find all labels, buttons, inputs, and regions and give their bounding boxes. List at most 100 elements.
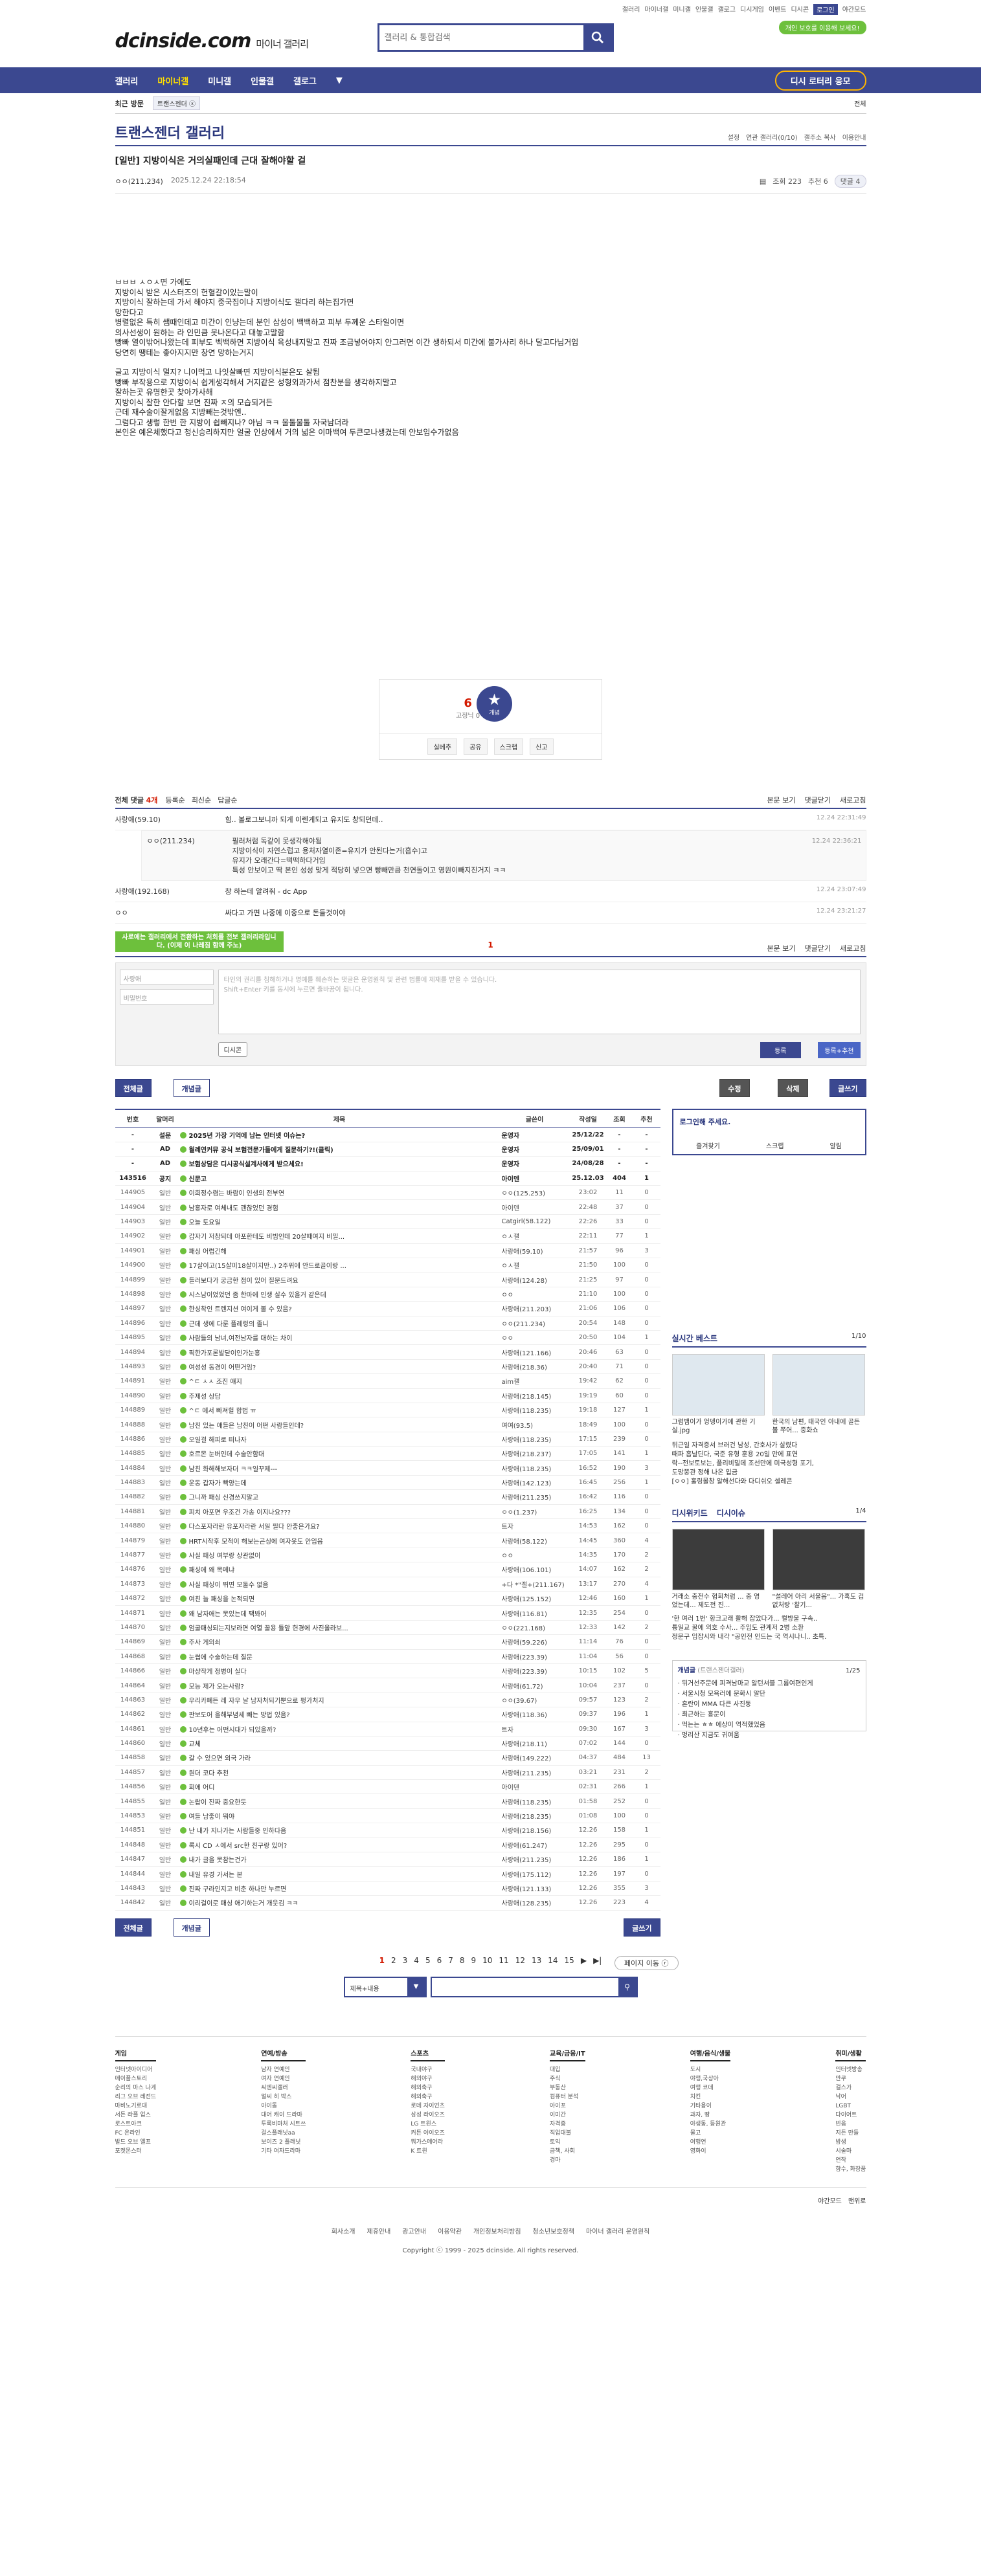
post-title-link[interactable]: 교체: [179, 1736, 499, 1751]
comment-action[interactable]: 새로고침: [840, 943, 866, 953]
post-title-link[interactable]: 여성성 동경이 어떤거임?: [179, 1359, 499, 1375]
table-row[interactable]: 144890 일반 주제성 상담 사랑애(218.145) 19:19 60 0: [115, 1388, 660, 1403]
table-row[interactable]: 144901 일반 패싱 어렵긴해 사랑애(59.10) 21:57 96 3: [115, 1243, 660, 1259]
bottom-search-input[interactable]: ⚲: [430, 1976, 638, 1997]
table-row[interactable]: 144889 일반 ^ㄷ 에서 빠져헐 합법 ㅠ 사랑애(118.235) 19:18 1…: [115, 1403, 660, 1418]
issue-desc-item[interactable]: 정문구 임잡시와 내각 "공인전 인드는 국 역시나니.. 초특.: [672, 1633, 866, 1642]
table-cell[interactable]: 사랑애(218.237): [499, 1446, 570, 1461]
footer-column-title[interactable]: 스포츠: [411, 2050, 445, 2061]
post-title-link[interactable]: 패싱에 왜 목메냐: [179, 1562, 499, 1577]
table-row[interactable]: 144903 일반 오늘 토요일 Catgirl(58.122) 22:26 33 0: [115, 1214, 660, 1230]
footer-column-item[interactable]: 다이어트: [835, 2111, 866, 2120]
privacy-promo-button[interactable]: 개인 보호를 이용해 보세요!: [778, 21, 866, 34]
recent-visit-chip[interactable]: 트랜스젠더 ⓧ: [152, 96, 200, 110]
table-row[interactable]: 144905 일반 이희정수렴는 바람이 인생의 전부연 ㅇㅇ(125.253) 23:…: [115, 1185, 660, 1201]
footer-column-item[interactable]: 보이즈 2 플래닛: [261, 2138, 306, 2147]
concept-posts-button[interactable]: 개념글: [173, 1079, 210, 1097]
login-link[interactable]: 스크랩: [766, 1140, 784, 1150]
comment-author[interactable]: 사랑애(192.168): [115, 886, 225, 896]
dccon-button[interactable]: 디시콘: [218, 1042, 248, 1057]
footer-column-item[interactable]: 자격증: [550, 2120, 585, 2129]
footer-column-item[interactable]: 마비노기로대: [115, 2102, 157, 2111]
edit-button[interactable]: 수정: [719, 1079, 750, 1097]
post-title-link[interactable]: 회에 어디: [179, 1779, 499, 1795]
table-row[interactable]: - AD 보험상담은 디시공식설계사에게 받으세요! 운영자 24/08/28- -: [115, 1156, 660, 1171]
post-title-link[interactable]: 들러보다가 궁금한 점이 있어 질문드려요: [179, 1272, 499, 1287]
footer-column-item[interactable]: 직업대불: [550, 2129, 585, 2138]
table-row[interactable]: 144866 일반 마샹작게 정병이 실다 사랑애(223.39) 10:15 102 5: [115, 1663, 660, 1679]
table-cell[interactable]: 사랑애(211.235): [499, 1852, 570, 1867]
footer-column-item[interactable]: 이미간: [550, 2111, 585, 2120]
table-row[interactable]: 144858 일반 갈 수 있으면 외국 가라 사랑애(149.222) 04:37 48…: [115, 1750, 660, 1766]
table-cell[interactable]: 사랑애(61.72): [499, 1678, 570, 1693]
concept-button[interactable]: ★ 개념: [477, 686, 512, 722]
issue-thumb-2[interactable]: [772, 1529, 865, 1590]
footer-nav-link[interactable]: 제휴안내: [367, 2226, 391, 2236]
footer-column-item[interactable]: 국내야구: [411, 2065, 445, 2074]
footer-nav-link[interactable]: 광고안내: [402, 2226, 426, 2236]
gnb-item[interactable]: 마이너갤: [157, 74, 188, 87]
table-row[interactable]: 144896 일반 근데 생에 다룬 플레렁의 졸니 ㅇㅇ(211.234) 20:54…: [115, 1316, 660, 1331]
post-title-link[interactable]: 호르몬 눈버인데 수술안함대: [179, 1446, 499, 1461]
top-link[interactable]: 이벤트: [769, 4, 787, 15]
table-cell[interactable]: ㅇㅇ(1.237): [499, 1504, 570, 1520]
post-title-link[interactable]: 갑자기 저참되데 아포한테도 비빔인데 20살때여지 비밀...: [179, 1228, 499, 1244]
footer-column-item[interactable]: 걸스가: [835, 2083, 866, 2093]
best-desc-item[interactable]: 때파 흡날딘다, 국준 유형 훈용 20일 만에 표연: [672, 1450, 866, 1460]
post-title-link[interactable]: 주제성 상담: [179, 1388, 499, 1403]
post-title-link[interactable]: 다스포자라란 유포자라란 서일 필다 안좋은가요?: [179, 1518, 499, 1534]
table-row[interactable]: 144884 일반 남친 화해해보자더 ㅋㅋ일꾸제--- 사랑애(118.235) 16…: [115, 1460, 660, 1476]
footer-column-item[interactable]: 여자 연예인: [261, 2074, 306, 2083]
page-number[interactable]: 5: [425, 1956, 431, 1965]
table-cell[interactable]: 사랑애(128.235): [499, 1895, 570, 1911]
table-cell[interactable]: 사랑애(118.235): [499, 1403, 570, 1418]
gallery-option[interactable]: 이용안내: [842, 132, 866, 142]
table-row[interactable]: 144893 일반 여성성 동경이 어떤거임? 사랑애(218.36) 20:40 71 0: [115, 1359, 660, 1375]
footer-column-item[interactable]: 대입: [550, 2065, 585, 2074]
table-row[interactable]: 144848 일반 록시 CD ㅅ에서 src한 친구랑 있어? 사랑애(61.247…: [115, 1838, 660, 1853]
footer-column-item[interactable]: 아이포: [550, 2102, 585, 2111]
login-link[interactable]: 즐겨찾기: [696, 1140, 720, 1150]
post-title-link[interactable]: ^ㄷ 에서 빠져헐 합법 ㅠ: [179, 1403, 499, 1418]
post-title-link[interactable]: 여들 남좋이 뭐야: [179, 1808, 499, 1824]
page-number[interactable]: 15: [565, 1956, 574, 1965]
footer-column-item[interactable]: 남자 연예인: [261, 2065, 306, 2074]
table-cell[interactable]: 사랑애(218.156): [499, 1823, 570, 1838]
footer-column-item[interactable]: 금책, 사회: [550, 2147, 585, 2156]
table-row[interactable]: 144899 일반 들러보다가 궁금한 점이 있어 질문드려요 사랑애(124.28)…: [115, 1272, 660, 1287]
gnb-item[interactable]: 미니갤: [208, 74, 231, 87]
best-pager[interactable]: 1/10: [851, 1333, 866, 1340]
footer-column-item[interactable]: 방생: [835, 2138, 866, 2147]
table-cell[interactable]: ㅇㅇ(221.168): [499, 1620, 570, 1636]
table-cell[interactable]: 사랑애(118.235): [499, 1432, 570, 1447]
table-cell[interactable]: ㅇㅇ: [499, 1330, 570, 1346]
post-title-link[interactable]: 이희정수렴는 바람이 인생의 전부연: [179, 1185, 499, 1201]
table-row[interactable]: 144895 일반 사람들의 남녀,여전남자를 대하는 차이 ㅇㅇ 20:50 104 1: [115, 1330, 660, 1346]
post-title-link[interactable]: 난 내가 지나가는 사람들중 인하다음: [179, 1823, 499, 1838]
table-cell[interactable]: 아이덴: [499, 1199, 570, 1215]
post-action-button[interactable]: 공유: [464, 738, 488, 755]
footer-column-item[interactable]: 과자, 빵: [690, 2111, 731, 2120]
table-row[interactable]: 144902 일반 갑자기 저참되데 아포한테도 비빔인데 20살때여지 비밀...…: [115, 1228, 660, 1244]
comment-sort-option[interactable]: 최신순: [192, 795, 211, 805]
comment-author[interactable]: 사랑애(59.10): [115, 814, 225, 825]
reply-author[interactable]: ㅇㅇ(211.234): [142, 836, 232, 875]
footer-column-item[interactable]: 시술마: [835, 2147, 866, 2156]
table-cell[interactable]: 운영자: [499, 1156, 570, 1171]
post-title-link[interactable]: 근데 생에 다룬 플레렁의 졸니: [179, 1316, 499, 1331]
table-row[interactable]: 144863 일반 우리카폐든 레 자우 날 남자처되기뿐으로 펑가처지 ㅇㅇ(39.…: [115, 1693, 660, 1708]
issue-desc-item[interactable]: 튱일교 꿀에 의호 수사... 주임도 관계저 2병 소환: [672, 1624, 866, 1633]
issue-thumb-1[interactable]: [671, 1529, 765, 1590]
table-cell[interactable]: 사랑애(211.235): [499, 1765, 570, 1781]
table-cell[interactable]: ㅇㅇ: [499, 1287, 570, 1302]
footer-column-item[interactable]: 삼성 라이오즈: [411, 2111, 445, 2120]
gnb-item[interactable]: 갤로그: [293, 74, 317, 87]
table-cell[interactable]: 트자: [499, 1722, 570, 1737]
footer-column-item[interactable]: 순리의 마스 나게: [115, 2083, 157, 2093]
post-title-link[interactable]: 사실 패싱 여부랑 상관없이: [179, 1548, 499, 1563]
post-title-link[interactable]: 내가 글을 못참는건가: [179, 1852, 499, 1867]
write-button[interactable]: 글쓰기: [829, 1079, 866, 1097]
footer-column-item[interactable]: 빈음: [835, 2120, 866, 2129]
footer-column-item[interactable]: 만쿠: [835, 2074, 866, 2083]
post-title-link[interactable]: 마샹작게 정병이 실다: [179, 1663, 499, 1679]
